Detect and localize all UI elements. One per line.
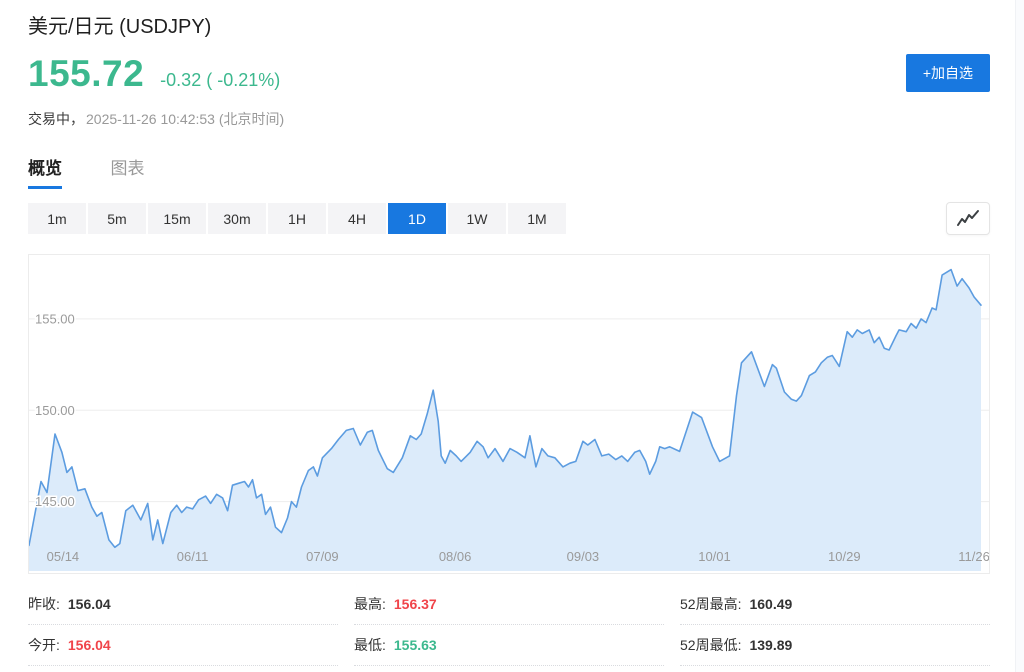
svg-text:06/11: 06/11: [177, 549, 209, 564]
svg-text:10/01: 10/01: [698, 549, 731, 564]
stat-value: 155.63: [393, 637, 437, 653]
timeframe-1d[interactable]: 1D: [388, 203, 446, 234]
stat-52w-high: 52周最高: 160.49: [680, 584, 990, 625]
stat-value: 156.04: [67, 637, 111, 653]
stat-label: 52周最高:: [680, 596, 742, 612]
timeframe-5m[interactable]: 5m: [88, 203, 146, 234]
main-content: 美元/日元 (USDJPY) +加自选 155.72 -0.32 ( -0.21…: [0, 0, 1024, 666]
stat-value: 156.37: [393, 596, 437, 612]
quote-timestamp: 2025-11-26 10:42:53 (北京时间): [86, 111, 285, 127]
stat-52w-low: 52周最低: 139.89: [680, 625, 990, 666]
timeframe-4h[interactable]: 4H: [328, 203, 386, 234]
stat-open: 今开: 156.04: [28, 625, 338, 666]
timeframe-toolbar: 1m 5m 15m 30m 1H 4H 1D 1W 1M: [28, 202, 990, 235]
svg-text:07/09: 07/09: [306, 549, 339, 564]
scrollbar-track[interactable]: [1015, 0, 1024, 672]
stats-column-1: 昨收: 156.04 今开: 156.04: [28, 584, 338, 666]
status-row: 交易中， 2025-11-26 10:42:53 (北京时间): [28, 111, 990, 128]
stat-value: 139.89: [749, 637, 793, 653]
stats-column-2: 最高: 156.37 最低: 155.63: [354, 584, 664, 666]
stat-label: 昨收:: [28, 596, 60, 612]
usdjpy-quote-page: 美元/日元 (USDJPY) +加自选 155.72 -0.32 ( -0.21…: [0, 0, 1024, 672]
trading-status: 交易中，: [28, 111, 84, 127]
add-watchlist-button[interactable]: +加自选: [905, 54, 990, 92]
stat-label: 今开:: [28, 637, 60, 653]
svg-text:10/29: 10/29: [828, 549, 861, 564]
timeframe-1m-month[interactable]: 1M: [508, 203, 566, 234]
svg-text:09/03: 09/03: [567, 549, 600, 564]
price-change: -0.32 ( -0.21%): [160, 70, 281, 90]
last-price: 155.72: [28, 53, 145, 94]
stat-prev-close: 昨收: 156.04: [28, 584, 338, 625]
page-title: 美元/日元 (USDJPY): [28, 16, 212, 38]
stat-label: 最高:: [354, 596, 386, 612]
chart-type-button[interactable]: [946, 202, 990, 235]
timeframe-1w[interactable]: 1W: [448, 203, 506, 234]
price-chart-svg: 155.00 150.00 145.00 05/14 06/11 07/09 08/06 09…: [29, 268, 989, 571]
stat-value: 160.49: [749, 596, 793, 612]
svg-text:150.00: 150.00: [35, 403, 75, 418]
tab-bar: 概览 图表: [28, 154, 990, 189]
svg-text:145.00: 145.00: [35, 494, 75, 509]
price-chart[interactable]: 155.00 150.00 145.00 05/14 06/11 07/09 08/06 09…: [28, 254, 990, 574]
timeframe-15m[interactable]: 15m: [148, 203, 206, 234]
svg-text:155.00: 155.00: [35, 311, 75, 326]
timeframe-1m[interactable]: 1m: [28, 203, 86, 234]
timeframe-1h[interactable]: 1H: [268, 203, 326, 234]
trend-line-icon: [957, 209, 979, 226]
svg-text:05/14: 05/14: [47, 549, 80, 564]
tab-overview[interactable]: 概览: [28, 154, 62, 189]
tab-chart[interactable]: 图表: [110, 154, 144, 186]
stat-high: 最高: 156.37: [354, 584, 664, 625]
stat-label: 52周最低:: [680, 637, 742, 653]
svg-text:08/06: 08/06: [439, 549, 472, 564]
timeframe-group: 1m 5m 15m 30m 1H 4H 1D 1W 1M: [28, 203, 568, 234]
stats-grid: 昨收: 156.04 今开: 156.04 最高: 156.37 最低: 155…: [28, 584, 990, 666]
stat-value: 156.04: [67, 596, 111, 612]
timeframe-30m[interactable]: 30m: [208, 203, 266, 234]
stat-low: 最低: 155.63: [354, 625, 664, 666]
price-row: 155.72 -0.32 ( -0.21%): [28, 53, 990, 95]
svg-text:11/26: 11/26: [958, 549, 989, 564]
stat-label: 最低:: [354, 637, 386, 653]
stats-column-3: 52周最高: 160.49 52周最低: 139.89: [680, 584, 990, 666]
